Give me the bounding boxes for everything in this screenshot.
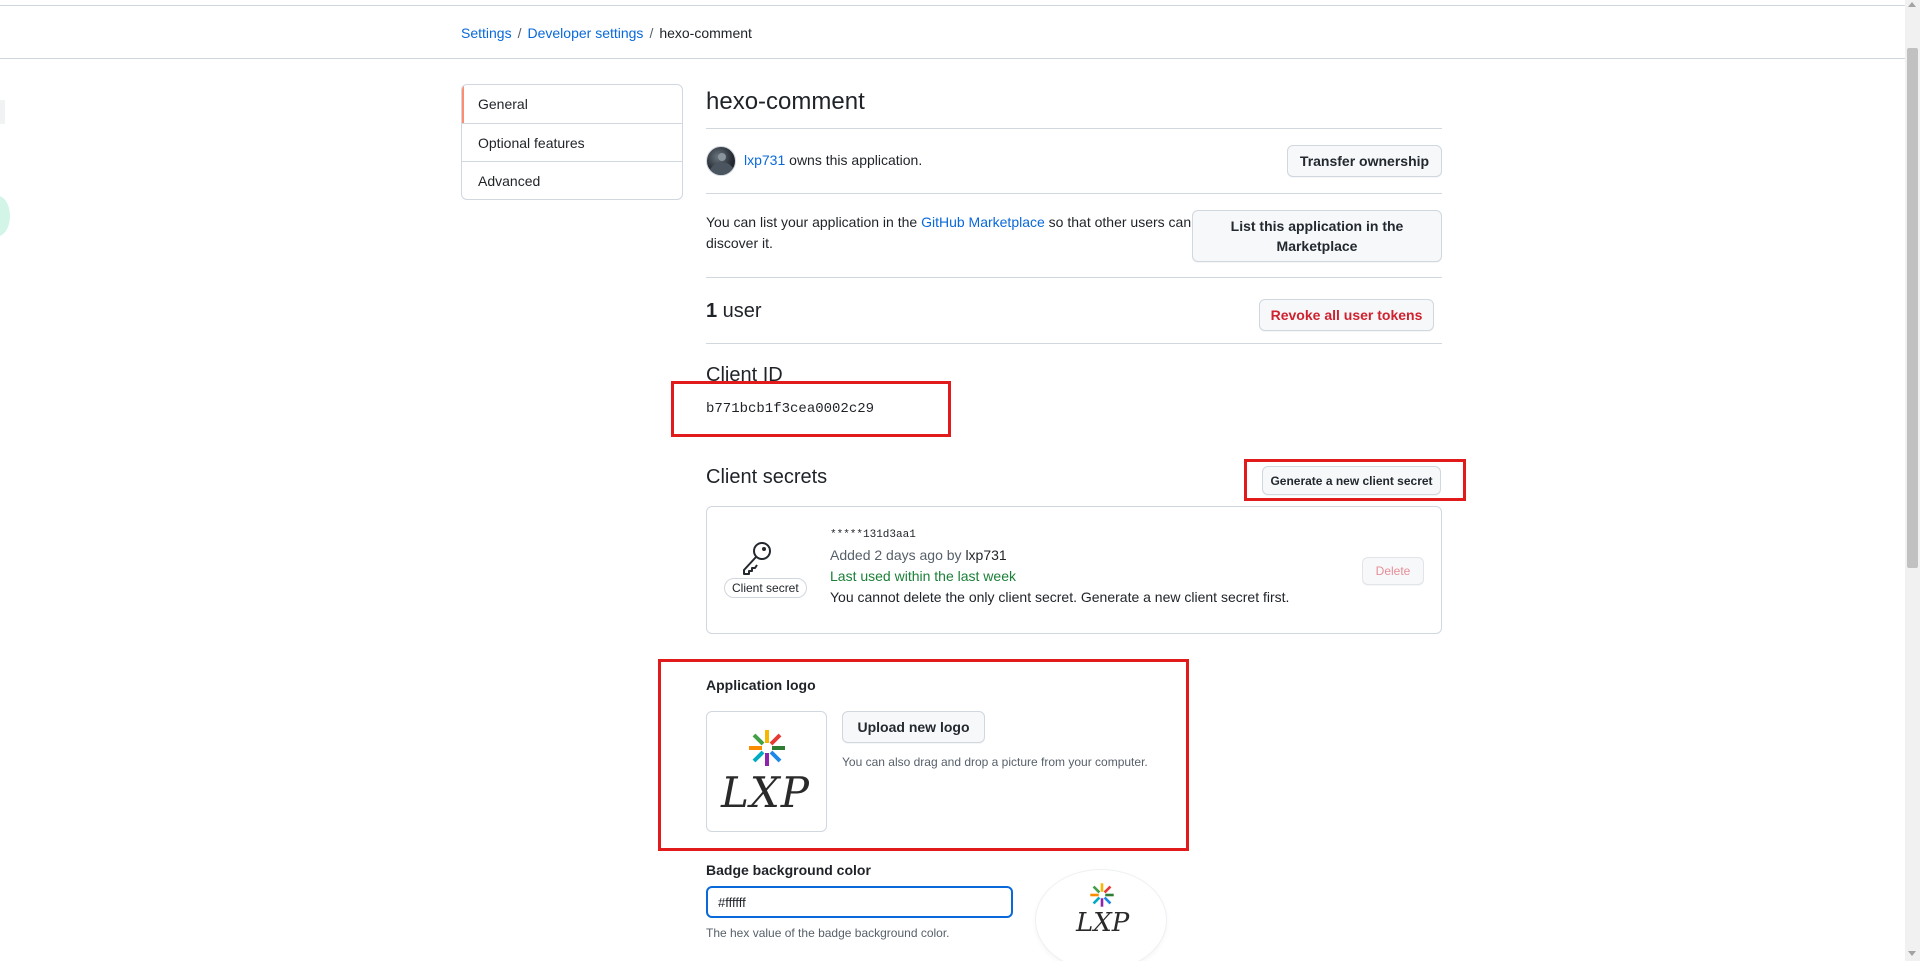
menu-item-optional-features[interactable]: Optional features — [462, 123, 682, 161]
highlight-box-generate-secret — [1244, 459, 1466, 501]
badge-color-hint: The hex value of the badge background co… — [706, 926, 950, 940]
lxp-badge-rays-icon — [1090, 883, 1114, 907]
breadcrumb-separator: / — [649, 25, 654, 41]
owner-line: lxp731 owns this application. — [744, 152, 922, 168]
divider — [706, 128, 1442, 129]
settings-menu: General Optional features Advanced — [461, 84, 683, 200]
scroll-down-arrow-icon[interactable] — [1908, 951, 1916, 956]
client-secret-card — [706, 506, 1442, 634]
transfer-ownership-button[interactable]: Transfer ownership — [1287, 145, 1442, 177]
scroll-up-arrow-icon[interactable] — [1908, 2, 1916, 7]
breadcrumb-developer-settings[interactable]: Developer settings — [527, 25, 643, 41]
top-divider — [0, 5, 1905, 6]
marketplace-description: You can list your application in the Git… — [706, 212, 1194, 254]
revoke-tokens-button[interactable]: Revoke all user tokens — [1259, 299, 1434, 331]
owner-suffix: owns this application. — [785, 152, 923, 168]
application-logo-label: Application logo — [706, 677, 816, 693]
user-count-label: user — [717, 300, 762, 322]
user-count: 1 user — [706, 300, 762, 323]
application-logo-preview: LXP — [706, 711, 827, 832]
upload-logo-button[interactable]: Upload new logo — [842, 711, 985, 743]
edge-fragment — [0, 100, 5, 124]
secret-hash: *****131d3aa1 — [830, 529, 916, 541]
breadcrumb: Settings / Developer settings / hexo-com… — [461, 25, 752, 41]
lxp-logo-rays-icon — [749, 730, 785, 766]
delete-secret-button[interactable]: Delete — [1362, 557, 1424, 585]
menu-item-advanced[interactable]: Advanced — [462, 161, 682, 199]
breadcrumb-current: hexo-comment — [659, 25, 752, 41]
divider — [706, 343, 1442, 344]
edge-fragment-dot — [0, 196, 10, 236]
divider — [706, 277, 1442, 278]
secret-added-line: Added 2 days ago by lxp731 — [830, 547, 1007, 563]
upload-hint: You can also drag and drop a picture fro… — [842, 755, 1148, 769]
divider — [706, 193, 1442, 194]
user-count-number: 1 — [706, 300, 718, 322]
list-marketplace-button[interactable]: List this application in the Marketplace — [1192, 210, 1442, 262]
menu-item-general[interactable]: General — [462, 85, 682, 123]
avatar[interactable] — [706, 146, 736, 176]
marketplace-text-before: You can list your application in the — [706, 214, 922, 230]
breadcrumb-settings[interactable]: Settings — [461, 25, 512, 41]
lxp-logo-text: LXP — [721, 768, 811, 817]
breadcrumb-divider — [0, 58, 1905, 59]
badge-preview: LXP — [1036, 870, 1166, 961]
scrollbar-thumb[interactable] — [1907, 48, 1918, 568]
owner-link[interactable]: lxp731 — [744, 152, 785, 168]
secret-added-prefix: Added 2 days ago by — [830, 547, 966, 563]
github-marketplace-link[interactable]: GitHub Marketplace — [921, 214, 1045, 230]
lxp-badge-text: LXP — [1076, 908, 1130, 938]
client-secrets-title: Client secrets — [706, 466, 828, 488]
badge-color-label: Badge background color — [706, 862, 871, 878]
secret-delete-note: You cannot delete the only client secret… — [830, 589, 1290, 605]
breadcrumb-separator: / — [517, 25, 522, 41]
key-icon — [740, 540, 774, 581]
secret-last-used: Last used within the last week — [830, 568, 1016, 584]
page-title: hexo-comment — [706, 88, 865, 115]
highlight-box-client-id — [671, 381, 951, 437]
secret-added-by: lxp731 — [965, 547, 1007, 563]
badge-color-input[interactable] — [706, 886, 1013, 918]
client-secret-pill: Client secret — [724, 578, 807, 598]
